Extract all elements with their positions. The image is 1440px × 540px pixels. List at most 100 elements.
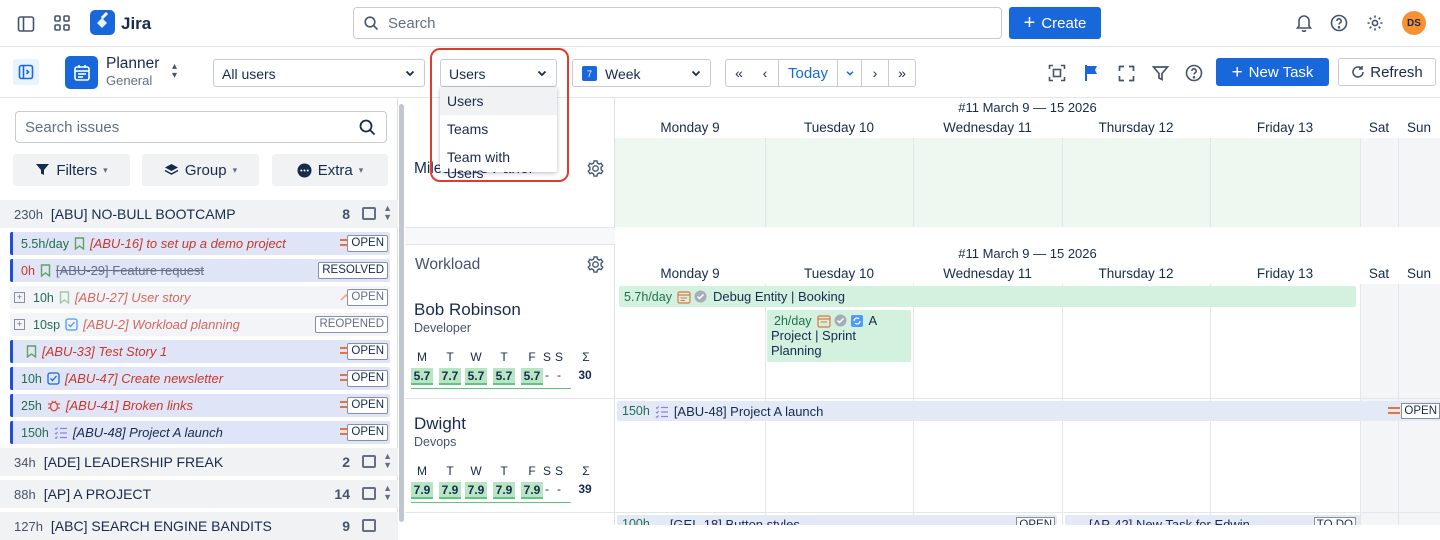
planner-help-icon[interactable] — [1183, 62, 1205, 84]
group-calendar-icon[interactable] — [362, 487, 376, 500]
daily-hours-value: - — [545, 482, 549, 496]
group-calendar-icon[interactable] — [362, 519, 376, 532]
person-name[interactable]: Bob Robinson — [414, 300, 521, 320]
workload-label: Workload — [415, 256, 481, 273]
previous-button[interactable]: ‹ — [752, 59, 779, 87]
milestone-flag-icon[interactable] — [1081, 62, 1103, 84]
issue-search-input[interactable]: Search issues — [15, 111, 387, 143]
help-icon[interactable] — [1329, 13, 1349, 33]
project-group-ap[interactable]: 88h [AP] A PROJECT 14 ▲ ▼ — [0, 480, 398, 508]
more-dots-icon — [297, 163, 312, 177]
user-avatar[interactable]: DS — [1402, 11, 1426, 35]
fullscreen-icon[interactable] — [1115, 62, 1137, 84]
weekday-letter: S — [554, 350, 563, 364]
task-title: [ABU-41] Broken links — [65, 398, 194, 413]
view-mode-select[interactable]: Users — [440, 59, 557, 87]
group-calendar-icon[interactable] — [362, 207, 376, 220]
task-row[interactable]: 5.5h/day [ABU-16] to set up a demo proje… — [10, 232, 390, 255]
expand-icon[interactable]: + — [14, 319, 25, 330]
group-name: [ADE] LEADERSHIP FREAK — [43, 454, 224, 470]
panel-toggle-icon[interactable] — [13, 59, 39, 85]
focus-frame-icon[interactable] — [1046, 62, 1068, 84]
today-options-button[interactable] — [838, 59, 862, 87]
brand-name[interactable]: Jira — [121, 14, 151, 34]
refresh-label: Refresh — [1370, 63, 1423, 81]
group-hours: 88h — [14, 486, 36, 502]
milestone-weekdays-area — [615, 138, 1360, 227]
group-name: [ABU] NO-BULL BOOTCAMP — [50, 206, 236, 222]
plus-icon: + — [1231, 61, 1243, 83]
view-option-users[interactable]: Users — [440, 87, 557, 115]
period-select[interactable]: 7 Week — [572, 59, 711, 87]
group-button[interactable]: Group ▾ — [142, 154, 259, 186]
group-hours: 34h — [14, 454, 36, 470]
today-button[interactable]: Today — [779, 59, 838, 87]
daily-hours-value: 7.9 — [465, 482, 487, 499]
issues-scrollbar[interactable] — [398, 98, 405, 525]
group-count: 8 — [342, 206, 350, 222]
task-row[interactable]: + 10sp [ABU-2] Workload planning REOPENE… — [10, 313, 390, 336]
task-bar-debug-entity[interactable]: 5.7h/day Debug Entity | Booking — [619, 286, 1356, 307]
status-badge: OPEN — [347, 343, 388, 360]
jump-forward-button[interactable]: » — [889, 59, 916, 87]
task-row[interactable]: 10h [ABU-47] Create newsletter OPEN — [10, 367, 390, 390]
daily-hours-value: - — [545, 368, 549, 382]
global-search-input[interactable]: Search — [353, 7, 1002, 39]
group-calendar-icon[interactable] — [362, 455, 376, 468]
notifications-bell-icon[interactable] — [1294, 13, 1314, 33]
view-mode-value: Users — [449, 66, 486, 82]
task-row[interactable]: + 10h [ABU-27] User story OPEN — [10, 286, 390, 309]
filter-funnel-icon[interactable] — [1149, 62, 1171, 84]
scrollbar-thumb[interactable] — [399, 104, 404, 522]
day-header: Sat — [1368, 120, 1390, 135]
view-option-team-with-users[interactable]: Team with Users — [440, 143, 557, 181]
project-group-abu[interactable]: 230h [ABU] NO-BULL BOOTCAMP 8 ▲ ▼ — [0, 200, 398, 228]
project-group-ade[interactable]: 34h [ADE] LEADERSHIP FREAK 2 ▲ ▼ — [0, 448, 398, 476]
milestone-settings-gear-icon[interactable] — [585, 158, 605, 178]
settings-gear-icon[interactable] — [1365, 13, 1385, 33]
view-option-teams[interactable]: Teams — [440, 115, 557, 143]
divider — [615, 512, 1440, 513]
sidebar-toggle-icon[interactable] — [16, 14, 36, 34]
app-switcher-icon[interactable] — [52, 13, 72, 33]
task-bar-project-a-launch[interactable]: 150h [ABU-48] Project A launch OPEN — [617, 401, 1440, 421]
person-name[interactable]: Dwight — [414, 414, 466, 434]
sort-arrows-icon[interactable]: ▲ ▼ — [383, 452, 392, 470]
weekday-letter: S — [542, 464, 551, 478]
status-badge: OPEN — [347, 235, 388, 252]
task-row[interactable]: [ABU-33] Test Story 1 OPEN — [10, 340, 390, 363]
filters-button[interactable]: Filters ▾ — [13, 154, 130, 186]
extra-button[interactable]: Extra ▾ — [272, 154, 388, 186]
task-row[interactable]: 0h [ABU-29] Feature request RESOLVED — [10, 259, 390, 282]
jump-back-button[interactable]: « — [725, 59, 753, 87]
users-filter-select[interactable]: All users — [213, 59, 425, 87]
workload-settings-gear-icon[interactable] — [585, 254, 605, 274]
planner-app-icon[interactable] — [65, 56, 98, 89]
sort-arrows-icon[interactable]: ▲ ▼ — [383, 484, 392, 502]
task-title: [ABU-47] Create newsletter — [64, 371, 224, 386]
new-task-button[interactable]: + New Task — [1216, 58, 1329, 86]
task-row[interactable]: 25h [ABU-41] Broken links OPEN — [10, 394, 390, 417]
day-column-line — [1210, 138, 1211, 227]
jira-logo-icon[interactable] — [90, 10, 115, 35]
project-group-abc[interactable]: 127h [ABC] SEARCH ENGINE BANDITS 9 — [0, 512, 398, 540]
sort-arrows-icon[interactable]: ▲ ▼ — [383, 204, 392, 222]
group-hours: 230h — [14, 206, 43, 222]
bar-title: [AP-42] New Task for Edwin — [1089, 517, 1250, 525]
workload-underline — [411, 502, 571, 503]
create-button[interactable]: + Create — [1009, 7, 1101, 39]
daily-hours-value: 7.7 — [439, 368, 461, 385]
task-bar-button-styles[interactable]: 100h [GEL-18] Button styles OPEN — [617, 515, 1057, 525]
next-button[interactable]: › — [862, 59, 889, 87]
task-estimate: 150h — [21, 425, 49, 440]
planner-switch-chevron-icon[interactable]: ▴ ▾ — [172, 62, 177, 81]
planner-title[interactable]: Planner — [106, 55, 159, 73]
task-row[interactable]: 150h [ABU-48] Project A launch OPEN — [10, 421, 390, 444]
task-bar-new-task-edwin[interactable]: [AP-42] New Task for Edwin TO DO — [1065, 515, 1360, 525]
top-navigation: Jira Search + Create DS — [0, 0, 1440, 47]
task-bar-sprint-planning[interactable]: 2h/day A Project | Sprint Planning — [767, 310, 911, 362]
expand-icon[interactable]: + — [14, 292, 25, 303]
refresh-button[interactable]: Refresh — [1338, 58, 1436, 86]
done-check-icon — [834, 314, 847, 327]
search-placeholder: Search — [388, 15, 436, 32]
